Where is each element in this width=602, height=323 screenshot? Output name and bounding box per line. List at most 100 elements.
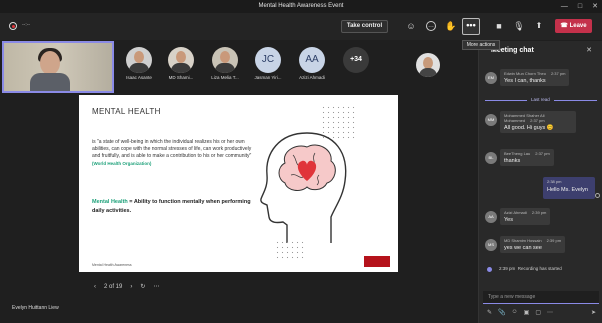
last-read-label: Last read [527,97,554,102]
mh-term: Mental Health [92,199,128,205]
minimize-icon[interactable]: — [561,0,568,13]
participant-name: MD Shami... [168,75,194,80]
more-actions-tooltip: More actions [462,40,500,50]
head-brain-heart-illustration [260,132,347,243]
participant-avatar [126,47,152,73]
sender-name: Edwin Mun Chorn Theo [504,71,546,76]
participant-avatar [168,47,194,73]
emoji-icon[interactable]: ☺ [512,309,518,316]
video-person-body [30,73,70,91]
message-text: Yes [504,217,513,223]
system-time: 2:39 pm [499,266,516,271]
dot-pattern-lower [275,240,305,260]
message-text: yes we can see [504,245,542,251]
last-read-divider: Last read [485,97,597,103]
close-window-icon[interactable]: ✕ [592,0,598,13]
slide-definition: is "a state of well-being in which the i… [92,139,257,168]
meeting-chat-panel: Meeting chat ✕ EM Edwin Mun Chorn Theo 2:… [478,41,602,323]
people-icon[interactable]: ☺ [404,19,418,33]
slide-more-icon[interactable]: ⋯ [153,283,159,290]
slide-pager: ‹ 2 of 19 › ↻ ⋯ [94,283,159,291]
message-text: All good. Hi guys 😊 [504,125,554,131]
meeting-toolbar: --:-- Take control ☺ … ✋ ••• ■ 🎙 ⬆ ☎ Lea… [0,13,602,40]
my-message-time: 2:38 pm [547,179,562,184]
title-bar: Mental Health Awareness Event — □ ✕ [0,0,602,13]
message-text: Yes I can, thanks [504,78,546,84]
message-bubble: BeeTheng Lau 2:37 pm thanks [500,149,554,166]
sender-avatar: MM [485,114,497,126]
participant-name: Jasman Yiri... [254,75,282,80]
attach-icon[interactable]: 📎 [498,309,505,316]
slide-footer: Mental Health Awareness [92,263,132,267]
presenter-name: Evelyn Huittann Liew [12,305,59,311]
sender-name: BeeTheng Lau [504,151,531,156]
leave-label: Leave [569,23,587,29]
participant-name: Azizi Ahmadi [299,75,325,80]
recording-started-icon [487,267,492,272]
slide-mental-health-line: Mental Health = Ability to function ment… [92,198,257,216]
message-bubble: Edwin Mun Chorn Theo 2:37 pm Yes I can, t… [500,69,570,86]
message-time: 2:39 pm [546,238,562,243]
message-bubble: Mohammed Shaher Ali Mohammed 2:37 pm All … [500,111,576,133]
participant-tile[interactable]: Liza Melia T... [210,47,240,80]
message-text: thanks [504,158,521,164]
recording-icon [9,22,17,30]
university-logo [364,256,390,267]
more-participants-badge: +34 [343,47,369,73]
camera-off-icon[interactable]: ■ [492,19,506,33]
slide-title: MENTAL HEALTH [92,107,161,116]
participant-tile[interactable]: +34 [341,47,371,75]
message-bubble: Azizi Ahmadi 2:39 pm Yes [500,208,551,225]
window-controls: — □ ✕ [561,0,598,13]
participant-avatar: JC [255,47,281,73]
message-time: 2:39 pm [531,210,547,215]
participant-tile[interactable]: JC Jasman Yiri... [253,47,283,80]
next-slide-icon[interactable]: › [130,284,132,290]
participant-name: Liza Melia T... [211,75,239,80]
my-message-bubble: 2:38 pm Hello Ms. Evelyn [543,177,595,199]
sender-avatar: BL [485,152,497,164]
reactions-icon[interactable]: ✋ [444,19,458,33]
system-text: Recording has started [517,266,562,271]
participant-tile[interactable]: AA Azizi Ahmadi [297,47,327,80]
my-message-text: Hello Ms. Evelyn [547,187,588,193]
sync-icon[interactable]: ↻ [140,283,145,290]
teams-meeting-window: Mental Health Awareness Event — □ ✕ --:-… [0,0,602,323]
leave-button[interactable]: ☎ Leave [555,19,592,33]
chat-icon[interactable]: … [426,21,436,31]
definition-source: (World Health Organization) [92,161,152,166]
sender-avatar: EM [485,72,497,84]
send-icon[interactable]: ➤ [591,309,596,316]
message-time: 2:37 pm [535,151,550,156]
slide-page-number: 2 of 19 [104,283,123,290]
participant-video-thumb[interactable] [416,53,440,77]
video-person-head [40,51,60,75]
message-time: 2:37 pm [530,118,545,123]
more-actions-button[interactable]: ••• [462,18,480,35]
message-bubble: MD Shamim Hossain 2:39 pm yes we can see [500,236,566,253]
shared-slide: MENTAL HEALTH is "a state of well-being … [79,95,398,272]
share-screen-icon[interactable]: ⬆ [532,19,546,33]
format-icon[interactable]: ✎ [487,309,492,316]
participant-row: Isaac Asante MD Shami... Liza Melia T... JC… [0,41,478,93]
participant-tile[interactable]: Isaac Asante [124,47,154,80]
take-control-button[interactable]: Take control [341,20,388,33]
sender-name: Azizi Ahmadi [504,210,527,215]
gif-icon[interactable]: ▣ [524,309,530,316]
mic-off-icon[interactable]: 🎙 [512,19,526,33]
close-chat-icon[interactable]: ✕ [586,46,592,54]
maximize-icon[interactable]: □ [578,0,582,13]
participant-avatar [212,47,238,73]
meeting-timer: --:-- [22,22,31,28]
prev-slide-icon[interactable]: ‹ [94,284,96,290]
content-stage: MENTAL HEALTH is "a state of well-being … [0,93,478,323]
message-compose-input[interactable]: Type a new message [483,291,599,304]
message-time: 2:37 pm [550,71,566,76]
self-video-tile[interactable] [2,41,114,93]
definition-text: is "a state of well-being in which the i… [92,139,252,159]
sender-avatar: MS [485,239,497,251]
sticker-icon[interactable]: ▢ [535,309,541,316]
participant-avatar: AA [299,47,325,73]
participant-tile[interactable]: MD Shami... [166,47,196,80]
more-options-icon[interactable]: ⋯ [547,309,553,316]
